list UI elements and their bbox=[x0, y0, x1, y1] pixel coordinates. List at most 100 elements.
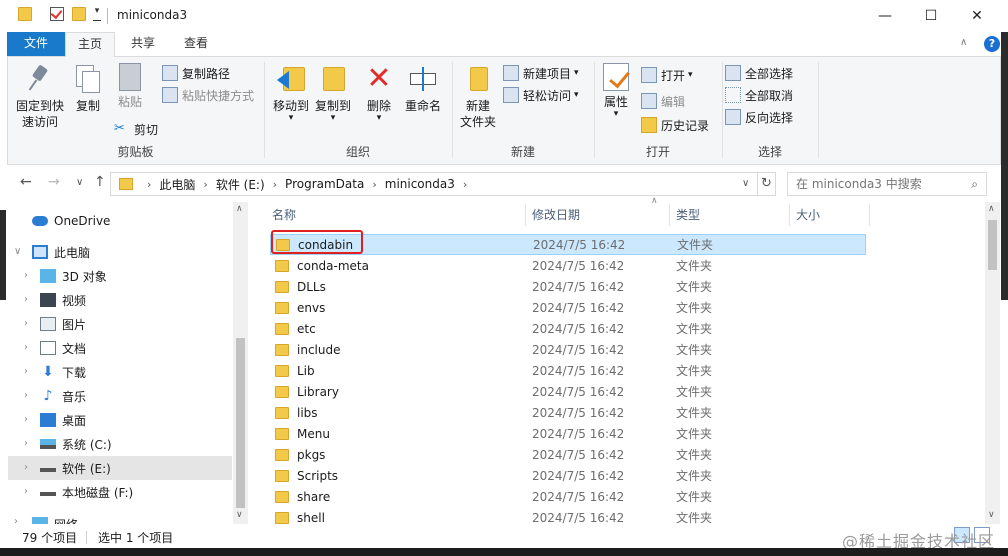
breadcrumb-miniconda3[interactable]: miniconda3 bbox=[385, 177, 455, 191]
chevron-right-icon[interactable]: › bbox=[24, 462, 28, 473]
nav-item-music[interactable]: ♪ 音乐 bbox=[40, 384, 86, 408]
paste-shortcut-button[interactable]: 粘贴快捷方式 bbox=[162, 85, 254, 105]
recent-chevron-icon[interactable]: ∨ bbox=[76, 177, 83, 188]
tab-home[interactable]: 主页 bbox=[65, 32, 115, 57]
breadcrumb-this-pc[interactable]: 此电脑 bbox=[159, 176, 195, 193]
minimize-button[interactable]: — bbox=[862, 0, 908, 32]
file-name[interactable]: Lib bbox=[297, 364, 544, 378]
file-row[interactable]: Menu 2024/7/5 16:42 文件夹 bbox=[270, 423, 866, 444]
file-name[interactable]: include bbox=[297, 343, 544, 357]
file-row[interactable]: libs 2024/7/5 16:42 文件夹 bbox=[270, 402, 866, 423]
file-row[interactable]: Scripts 2024/7/5 16:42 文件夹 bbox=[270, 465, 866, 486]
file-row[interactable]: share 2024/7/5 16:42 文件夹 bbox=[270, 486, 866, 507]
nav-item-downloads[interactable]: ⬇ 下载 bbox=[40, 360, 86, 384]
edit-button[interactable]: 编辑 bbox=[641, 91, 685, 111]
file-name[interactable]: Library bbox=[297, 385, 544, 399]
chevron-right-icon[interactable]: › bbox=[24, 342, 28, 353]
file-name[interactable]: share bbox=[297, 490, 544, 504]
chevron-right-icon[interactable]: › bbox=[463, 178, 467, 191]
file-row[interactable]: DLLs 2024/7/5 16:42 文件夹 bbox=[270, 276, 866, 297]
search-input[interactable] bbox=[788, 173, 958, 195]
chevron-right-icon[interactable]: › bbox=[372, 178, 376, 191]
select-none-button[interactable]: 全部取消 bbox=[725, 85, 793, 105]
up-arrow-icon[interactable]: ↑ bbox=[94, 174, 106, 190]
file-row[interactable]: envs 2024/7/5 16:42 文件夹 bbox=[270, 297, 866, 318]
file-name[interactable]: envs bbox=[297, 301, 544, 315]
paste-button[interactable]: 粘贴 bbox=[112, 63, 148, 110]
scroll-up-icon[interactable]: ∧ bbox=[988, 204, 995, 214]
breadcrumb-drive-e[interactable]: 软件 (E:) bbox=[216, 176, 265, 193]
file-list-scrollbar[interactable]: ∧ ∨ bbox=[985, 202, 1000, 524]
chevron-down-icon[interactable]: ▾ bbox=[93, 7, 101, 21]
nav-item-videos[interactable]: 视频 bbox=[40, 288, 86, 312]
file-name[interactable]: shell bbox=[297, 511, 544, 525]
search-icon[interactable]: ⌕ bbox=[971, 177, 978, 192]
rename-button[interactable]: 重命名 bbox=[401, 63, 445, 114]
chevron-right-icon[interactable]: › bbox=[24, 414, 28, 425]
chevron-right-icon[interactable]: › bbox=[24, 318, 28, 329]
chevron-right-icon[interactable]: › bbox=[203, 178, 207, 191]
maximize-button[interactable]: ☐ bbox=[908, 0, 954, 32]
tab-share[interactable]: 共享 bbox=[118, 32, 168, 56]
tab-file[interactable]: 文件 bbox=[7, 32, 65, 56]
tab-view[interactable]: 查看 bbox=[170, 32, 222, 56]
forward-arrow-icon[interactable]: → bbox=[48, 174, 60, 190]
column-size[interactable]: 大小 bbox=[789, 202, 869, 228]
cut-button[interactable]: ✂ 剪切 bbox=[114, 119, 158, 139]
file-name[interactable]: DLLs bbox=[297, 280, 544, 294]
copy-path-button[interactable]: 复制路径 bbox=[162, 63, 230, 83]
copy-to-button[interactable]: 复制到 ▾ bbox=[311, 63, 355, 123]
file-name[interactable]: Scripts bbox=[297, 469, 544, 483]
pin-quick-access-button[interactable]: 固定到快 速访问 bbox=[14, 63, 66, 130]
nav-item-documents[interactable]: 文档 bbox=[40, 336, 86, 360]
easy-access-button[interactable]: 轻松访问 ▾ bbox=[503, 85, 579, 105]
scroll-down-icon[interactable]: ∨ bbox=[988, 510, 995, 520]
nav-item-drive-c[interactable]: 系统 (C:) bbox=[40, 432, 112, 456]
properties-check-icon[interactable] bbox=[50, 7, 64, 21]
file-name[interactable]: conda-meta bbox=[297, 259, 544, 273]
file-name[interactable]: etc bbox=[297, 322, 544, 336]
nav-item-desktop[interactable]: 桌面 bbox=[40, 408, 86, 432]
new-folder-icon[interactable] bbox=[72, 7, 86, 21]
delete-button[interactable]: ✕ 删除 ▾ bbox=[363, 63, 395, 123]
file-row[interactable]: Lib 2024/7/5 16:42 文件夹 bbox=[270, 360, 866, 381]
nav-item-drive-e[interactable]: 软件 (E:) bbox=[8, 456, 232, 480]
address-dropdown-icon[interactable]: ∨ bbox=[742, 178, 749, 189]
file-row[interactable]: include 2024/7/5 16:42 文件夹 bbox=[270, 339, 866, 360]
scroll-down-icon[interactable]: ∨ bbox=[236, 510, 243, 520]
back-arrow-icon[interactable]: ← bbox=[20, 174, 32, 190]
new-folder-button[interactable]: 新建 文件夹 bbox=[455, 63, 501, 130]
scroll-up-icon[interactable]: ∧ bbox=[236, 204, 243, 214]
breadcrumb-programdata[interactable]: ProgramData bbox=[285, 177, 364, 191]
search-box[interactable]: ⌕ bbox=[787, 172, 987, 196]
chevron-right-icon[interactable]: › bbox=[24, 438, 28, 449]
file-row[interactable]: Library 2024/7/5 16:42 文件夹 bbox=[270, 381, 866, 402]
file-row[interactable]: shell 2024/7/5 16:42 文件夹 bbox=[270, 507, 866, 528]
move-to-button[interactable]: 移动到 ▾ bbox=[269, 63, 313, 123]
chevron-right-icon[interactable]: › bbox=[24, 390, 28, 401]
properties-button[interactable]: 属性 ▾ bbox=[597, 63, 635, 119]
nav-item-drive-f[interactable]: 本地磁盘 (F:) bbox=[40, 480, 133, 504]
chevron-right-icon[interactable]: › bbox=[273, 178, 277, 191]
help-icon[interactable]: ? bbox=[984, 36, 1000, 52]
nav-scroll-thumb[interactable] bbox=[236, 338, 245, 508]
file-name[interactable]: pkgs bbox=[297, 448, 544, 462]
open-button[interactable]: 打开 ▾ bbox=[641, 65, 693, 85]
chevron-right-icon[interactable]: › bbox=[14, 516, 18, 524]
nav-item-onedrive[interactable]: OneDrive bbox=[32, 209, 110, 233]
chevron-right-icon[interactable]: › bbox=[24, 270, 28, 281]
nav-item-network[interactable]: 网络 bbox=[32, 512, 78, 524]
nav-scrollbar[interactable]: ∧ ∨ bbox=[233, 202, 248, 524]
chevron-down-icon[interactable]: ∨ bbox=[14, 246, 21, 257]
refresh-icon[interactable]: ↻ bbox=[758, 172, 776, 196]
chevron-right-icon[interactable]: › bbox=[24, 486, 28, 497]
copy-button[interactable]: 复制 bbox=[70, 63, 106, 114]
column-name[interactable]: 名称 bbox=[265, 202, 527, 228]
column-type[interactable]: 类型 bbox=[669, 202, 789, 228]
new-item-button[interactable]: 新建项目 ▾ bbox=[503, 63, 579, 83]
file-row[interactable]: pkgs 2024/7/5 16:42 文件夹 bbox=[270, 444, 866, 465]
file-row[interactable]: etc 2024/7/5 16:42 文件夹 bbox=[270, 318, 866, 339]
chevron-right-icon[interactable]: › bbox=[24, 366, 28, 377]
column-modified[interactable]: 修改日期 bbox=[525, 202, 669, 228]
chevron-right-icon[interactable]: › bbox=[24, 294, 28, 305]
